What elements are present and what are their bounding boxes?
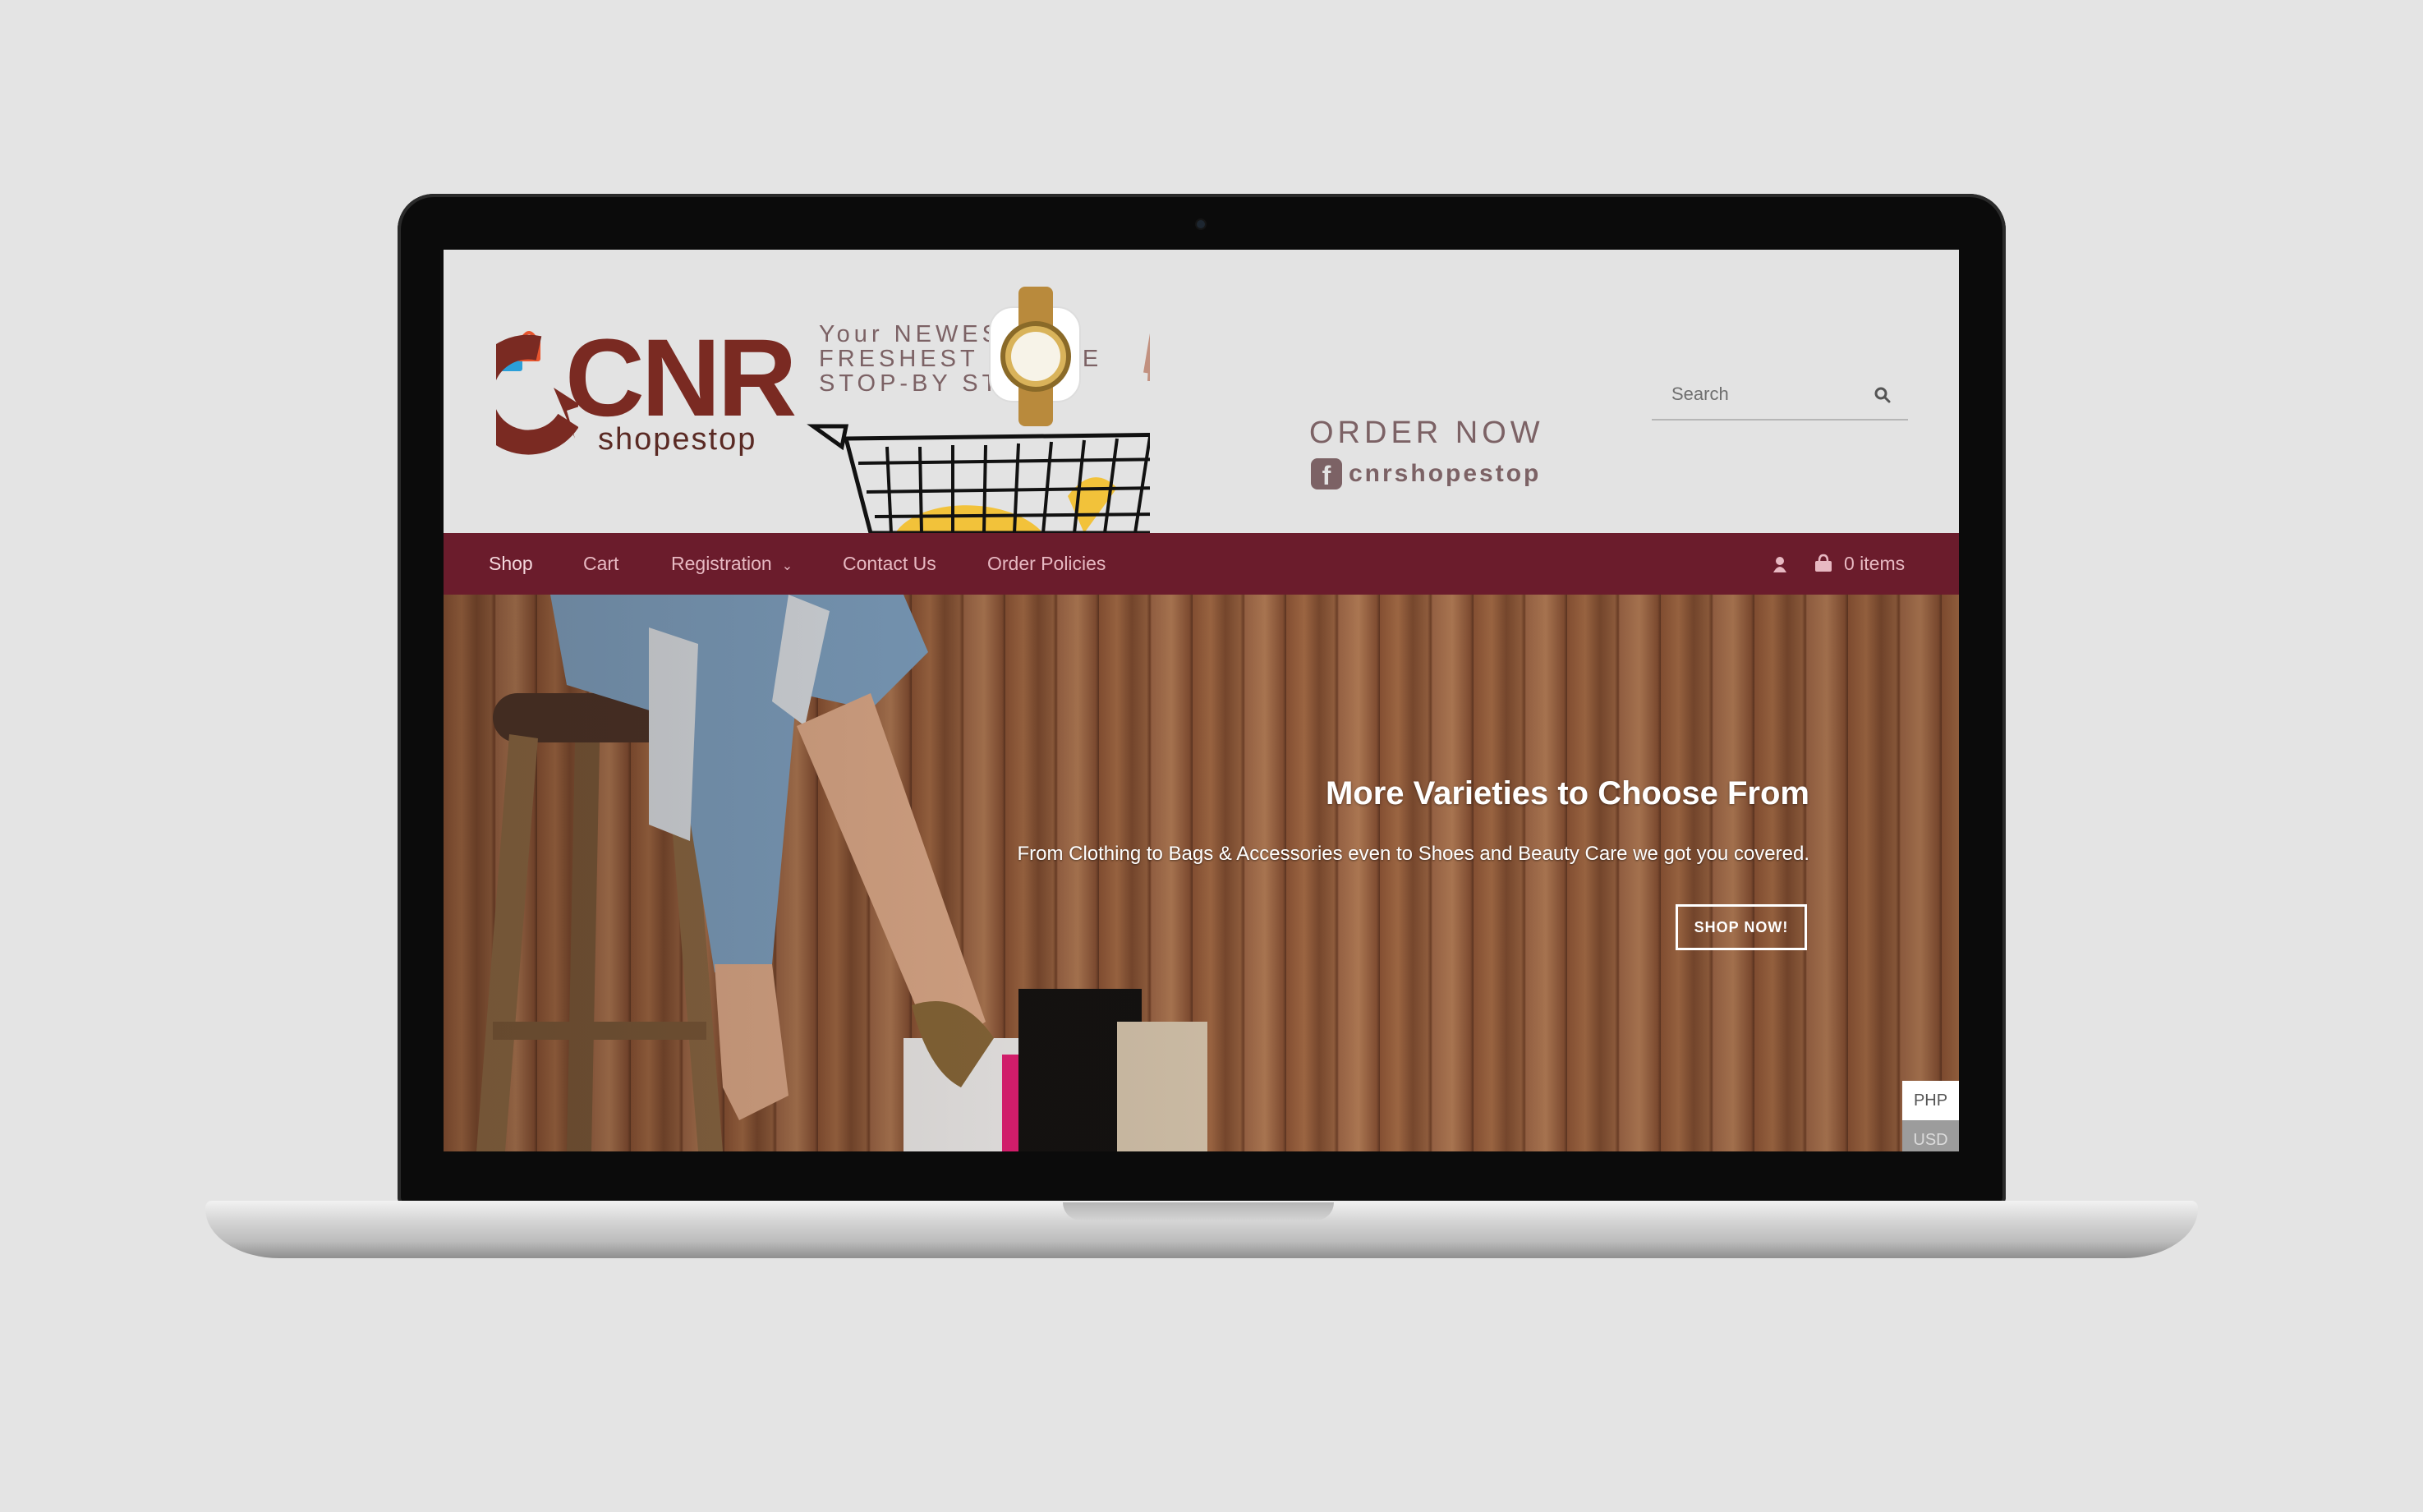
currency-option-php[interactable]: PHP: [1902, 1081, 1959, 1120]
cart-item-count[interactable]: 0 items: [1844, 533, 1905, 595]
search-box: [1652, 373, 1908, 421]
shopping-bag-icon[interactable]: [1814, 554, 1833, 573]
hero-overlay: [444, 595, 1959, 1151]
facebook-link[interactable]: f cnrshopestop: [1311, 458, 1542, 490]
currency-switcher: PHP USD: [1902, 1081, 1959, 1151]
order-now-label: ORDER NOW: [1309, 416, 1544, 450]
chevron-down-icon: ⌄: [781, 559, 793, 573]
nav-item-label: Registration: [671, 553, 772, 574]
shopping-cart-illustration: [807, 287, 1150, 533]
nav-item-registration[interactable]: Registration ⌄: [671, 533, 793, 595]
nav-item-order-policies[interactable]: Order Policies: [987, 533, 1106, 595]
user-account-icon[interactable]: [1771, 555, 1789, 573]
nav-item-shop[interactable]: Shop: [489, 533, 533, 595]
facebook-handle: cnrshopestop: [1349, 460, 1542, 487]
site-logo[interactable]: CNR shopestop: [496, 324, 797, 463]
hero-subtitle: From Clothing to Bags & Accessories even…: [1017, 843, 1809, 865]
facebook-icon: f: [1311, 458, 1342, 490]
nav-item-contact-us[interactable]: Contact Us: [843, 533, 936, 595]
hero-banner: More Varieties to Choose From From Cloth…: [444, 595, 1959, 1151]
shop-now-button[interactable]: SHOP NOW!: [1676, 904, 1807, 950]
search-input[interactable]: [1652, 373, 1887, 416]
logo-wordmark: CNR: [565, 317, 797, 439]
webcam-icon: [1197, 220, 1205, 228]
hero-title: More Varieties to Choose From: [1325, 775, 1809, 811]
currency-option-usd[interactable]: USD: [1902, 1120, 1959, 1151]
laptop-notch: [1063, 1202, 1334, 1220]
main-nav: Shop Cart Registration ⌄ Contact Us Order…: [444, 533, 1959, 595]
logo-subtitle: shopestop: [598, 422, 757, 457]
nav-item-cart[interactable]: Cart: [583, 533, 618, 595]
search-icon[interactable]: [1874, 386, 1892, 404]
site-header: CNR shopestop Your NEWEST & FRESHEST ONL…: [444, 250, 1959, 533]
browser-screen: CNR shopestop Your NEWEST & FRESHEST ONL…: [444, 250, 1959, 1151]
